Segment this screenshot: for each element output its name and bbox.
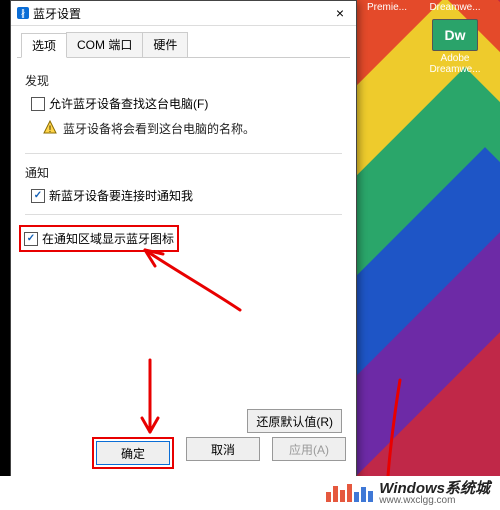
divider — [25, 214, 342, 215]
notify-heading: 通知 — [25, 164, 342, 181]
watermark-bars-icon — [326, 484, 373, 502]
app-label: Dreamwe... — [424, 2, 486, 13]
allow-find-label: 允许蓝牙设备查找这台电脑(F) — [49, 95, 208, 112]
ok-button[interactable]: 确定 — [96, 441, 170, 465]
desktop-icon[interactable]: Premie... — [356, 2, 418, 75]
cancel-button[interactable]: 取消 — [186, 437, 260, 461]
notify-new-device-row[interactable]: 新蓝牙设备要连接时通知我 — [25, 185, 342, 206]
checkbox-icon — [24, 232, 38, 246]
discovery-warning: ! 蓝牙设备将会看到这台电脑的名称。 — [25, 114, 342, 145]
bluetooth-settings-window: ∦ 蓝牙设置 × 选项 COM 端口 硬件 发现 允许蓝牙设备查找这台电脑(F)… — [10, 0, 357, 480]
discovery-heading: 发现 — [25, 72, 342, 89]
show-tray-icon-row[interactable]: 在通知区域显示蓝牙图标 — [19, 225, 179, 252]
tab-pane-options: 发现 允许蓝牙设备查找这台电脑(F) ! 蓝牙设备将会看到这台电脑的名称。 通知 — [11, 58, 356, 252]
restore-row: 还原默认值(R) — [247, 409, 342, 433]
notify-group: 通知 新蓝牙设备要连接时通知我 — [25, 164, 342, 215]
desktop-icons: Premie... Dreamwe... Dw Adobe Dreamwe... — [352, 0, 500, 77]
watermark: Windows系统城 www.wxclgg.com — [0, 476, 500, 510]
tab-com-ports[interactable]: COM 端口 — [66, 32, 143, 57]
restore-defaults-button[interactable]: 还原默认值(R) — [247, 409, 342, 433]
app-label: Premie... — [356, 2, 418, 13]
desktop-icon[interactable]: Dreamwe... Dw Adobe Dreamwe... — [424, 2, 486, 75]
watermark-text: Windows系统城 — [379, 481, 490, 496]
app-label: Adobe Dreamwe... — [424, 53, 486, 75]
checkbox-icon — [31, 189, 45, 203]
svg-text:!: ! — [49, 124, 52, 134]
tabstrip: 选项 COM 端口 硬件 — [17, 28, 350, 58]
titlebar: ∦ 蓝牙设置 × — [11, 1, 356, 26]
bluetooth-icon: ∦ — [17, 7, 29, 19]
ok-button-highlight: 确定 — [92, 437, 174, 469]
dreamweaver-icon: Dw — [432, 19, 478, 51]
tab-hardware[interactable]: 硬件 — [142, 32, 188, 57]
warning-text: 蓝牙设备将会看到这台电脑的名称。 — [63, 120, 255, 137]
warning-icon: ! — [43, 120, 57, 134]
dialog-buttons: 确定 取消 应用(A) — [21, 437, 346, 469]
screenshot-root: Premie... Dreamwe... Dw Adobe Dreamwe...… — [0, 0, 500, 510]
show-tray-icon-label: 在通知区域显示蓝牙图标 — [42, 230, 174, 247]
divider — [25, 153, 342, 154]
discovery-group: 发现 允许蓝牙设备查找这台电脑(F) ! 蓝牙设备将会看到这台电脑的名称。 — [25, 72, 342, 154]
allow-find-checkbox-row[interactable]: 允许蓝牙设备查找这台电脑(F) — [25, 93, 342, 114]
tab-options[interactable]: 选项 — [21, 33, 67, 58]
watermark-url: www.wxclgg.com — [379, 496, 455, 506]
tray-group: 在通知区域显示蓝牙图标 — [25, 225, 342, 252]
close-button[interactable]: × — [330, 5, 350, 21]
apply-button: 应用(A) — [272, 437, 346, 461]
notify-new-device-label: 新蓝牙设备要连接时通知我 — [49, 187, 193, 204]
checkbox-icon — [31, 97, 45, 111]
window-title: 蓝牙设置 — [33, 5, 330, 22]
